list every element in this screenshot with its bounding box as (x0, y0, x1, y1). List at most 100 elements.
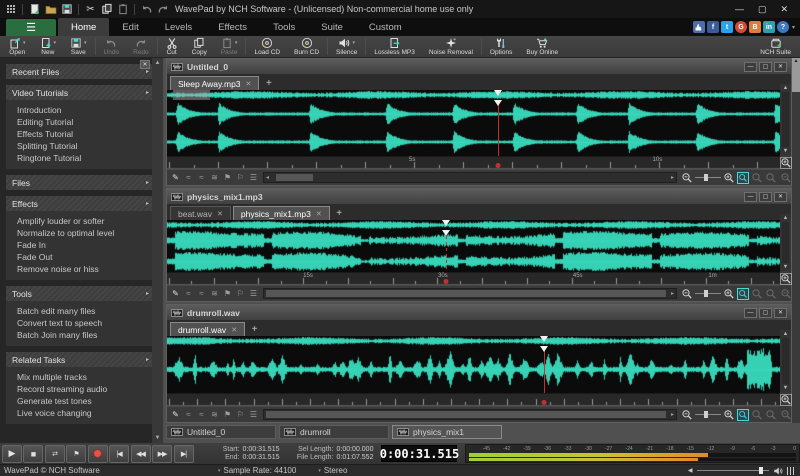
list-icon[interactable]: ☰ (248, 289, 259, 298)
waveform-canvas[interactable] (167, 230, 780, 272)
new-tab-button[interactable]: + (261, 76, 276, 90)
zoom-out-icon[interactable] (681, 409, 693, 421)
expand-arrow-icon[interactable]: ▸ (146, 200, 149, 207)
open-folder-icon[interactable] (44, 3, 57, 16)
twitter-icon[interactable]: t (720, 21, 733, 33)
editor-titlebar[interactable]: Untitled_0 — ▢ ✕ (167, 59, 791, 74)
zoom-slider-thumb[interactable] (704, 174, 708, 181)
wave-join-icon[interactable]: ≈ (196, 173, 207, 182)
go-to-end-button[interactable]: ▶| (173, 444, 194, 463)
zoom-out-icon[interactable] (681, 172, 693, 184)
sidebar-item-generate-test-tones[interactable]: Generate test tones (6, 395, 155, 407)
scroll-thumb[interactable] (266, 411, 666, 418)
sidebar-item-fade-out[interactable]: Fade Out (6, 251, 155, 263)
sidebar-item-normalize-to-optimal-level[interactable]: Normalize to optimal level (6, 227, 155, 239)
list-icon[interactable]: ☰ (248, 173, 259, 182)
horizontal-scrollbar[interactable]: ◂▸ (263, 172, 677, 183)
scroll-thumb[interactable] (276, 174, 314, 181)
file-tab[interactable]: drumroll.wav ✕ (170, 322, 246, 336)
section-header[interactable]: Recent Files ▸ (6, 64, 155, 79)
tab-suite[interactable]: Suite (308, 18, 356, 36)
v-zoom-in-icon[interactable] (779, 393, 792, 406)
editor-titlebar[interactable]: drumroll.wav — ▢ ✕ (167, 305, 791, 320)
scroll-right-icon[interactable]: ▸ (669, 411, 676, 418)
sample-rate-selector[interactable]: ▾ Sample Rate: 44100 (218, 466, 296, 475)
dropdown-icon[interactable]: ▾ (54, 37, 57, 49)
waveform-area[interactable] (167, 230, 780, 272)
close-icon[interactable]: ✕ (774, 61, 787, 72)
minimize-icon[interactable]: — (744, 191, 757, 202)
maximize-icon[interactable]: ▢ (759, 307, 772, 318)
record-button[interactable] (87, 444, 108, 463)
close-icon[interactable]: ✕ (774, 307, 787, 318)
overview-strip[interactable] (167, 90, 780, 100)
file-tab[interactable]: beat.wav ✕ (170, 206, 231, 220)
task-button-drumroll[interactable]: drumroll (279, 425, 389, 439)
sidebar-item-splitting-tutorial[interactable]: Splitting Tutorial (6, 140, 155, 152)
flag-end-icon[interactable]: ⚐ (235, 289, 246, 298)
minimize-icon[interactable]: — (744, 307, 757, 318)
zoom-reset-icon[interactable] (765, 409, 777, 421)
new-tab-button[interactable]: + (247, 322, 262, 336)
dropdown-icon[interactable]: ▾ (84, 37, 87, 49)
zoom-slider-thumb[interactable] (704, 411, 708, 418)
tab-close-icon[interactable]: ✕ (316, 210, 322, 218)
expand-arrow-icon[interactable]: ▸ (146, 179, 149, 186)
scroll-down-icon[interactable]: ▼ (783, 384, 788, 392)
burn-cd-button[interactable]: Burn CD (287, 36, 326, 57)
noise-removal-button[interactable]: Noise Removal (422, 36, 480, 57)
expand-arrow-icon[interactable]: ▸ (146, 68, 149, 75)
sidebar-item-remove-noise-or-hiss[interactable]: Remove noise or hiss (6, 263, 155, 275)
maximize-icon[interactable]: ▢ (758, 4, 767, 15)
redo-icon[interactable] (156, 3, 169, 16)
zoom-slider-thumb[interactable] (704, 290, 708, 297)
zoom-slider[interactable] (695, 410, 721, 419)
v-scroll-track[interactable] (782, 92, 789, 147)
file-tab[interactable]: Sleep Away.mp3 ✕ (170, 76, 260, 90)
zoom-reset-icon[interactable] (765, 288, 777, 300)
file-tab[interactable]: physics_mix1.mp3 ✕ (232, 206, 330, 220)
main-menu-button[interactable]: ☰ (6, 19, 56, 36)
time-ruler[interactable]: 5s 10s (167, 156, 780, 169)
section-header[interactable]: Tools ▸ (6, 286, 155, 301)
dropdown-icon[interactable]: ▾ (352, 37, 355, 49)
pencil-icon[interactable]: ✎ (170, 410, 181, 419)
waveform-canvas[interactable] (167, 100, 780, 156)
tab-edit[interactable]: Edit (109, 18, 151, 36)
volume-slider[interactable] (696, 467, 769, 474)
rewind-button[interactable]: ◀◀ (130, 444, 151, 463)
sidebar-item-introduction[interactable]: Introduction (6, 104, 155, 116)
horizontal-scrollbar[interactable]: ◂▸ (263, 409, 677, 420)
list-icon[interactable]: ☰ (248, 410, 259, 419)
wave-edit-icon[interactable]: ≈ (183, 173, 194, 182)
volume-slider-thumb[interactable] (758, 467, 763, 474)
options-button[interactable]: Options (483, 36, 519, 57)
pencil-icon[interactable]: ✎ (170, 289, 181, 298)
overview-strip[interactable] (167, 336, 780, 346)
overview-waveform[interactable] (167, 336, 780, 346)
sidebar-item-effects-tutorial[interactable]: Effects Tutorial (6, 128, 155, 140)
waveform-area[interactable] (167, 346, 780, 393)
vertical-scrollbar[interactable]: ▲ ▼ (780, 330, 791, 392)
flag-end-icon[interactable]: ⚐ (235, 410, 246, 419)
tab-effects[interactable]: Effects (205, 18, 260, 36)
tab-home[interactable]: Home (58, 18, 110, 36)
blogger-icon[interactable]: B (748, 21, 761, 33)
volume-down-icon[interactable]: ◀ (688, 467, 693, 474)
wave-edit-icon[interactable]: ≈ (183, 289, 194, 298)
menu-grid-icon[interactable] (4, 3, 17, 16)
mdi-scrollbar[interactable]: ▲ (792, 58, 800, 423)
zoom-full-icon[interactable] (737, 287, 749, 300)
sidebar-scrollbar[interactable]: ▲ ▼ (152, 58, 163, 443)
zoom-selection-icon[interactable] (751, 288, 763, 300)
like-icon[interactable] (692, 21, 705, 33)
silence-button[interactable]: ▾ Silence (329, 36, 364, 57)
sidebar-item-fade-in[interactable]: Fade In (6, 239, 155, 251)
zoom-selection-icon[interactable] (751, 409, 763, 421)
waveform-area[interactable] (167, 100, 780, 156)
dropdown-icon[interactable]: ▾ (23, 37, 26, 49)
pencil-icon[interactable]: ✎ (170, 173, 181, 182)
tab-tools[interactable]: Tools (260, 18, 308, 36)
cut-button[interactable]: Cut (159, 36, 185, 57)
scroll-up-icon[interactable]: ▲ (783, 330, 788, 338)
